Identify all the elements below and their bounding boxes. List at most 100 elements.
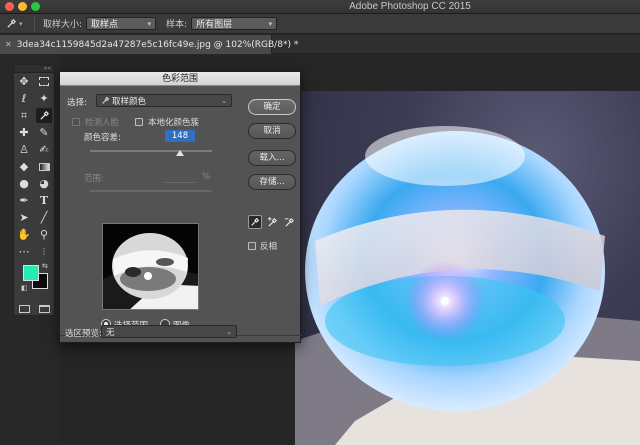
chevron-down-icon: ▾ [19, 19, 23, 28]
subtract-from-sample-button[interactable] [282, 215, 296, 229]
title-bar: Adobe Photoshop CC 2015 [0, 0, 640, 14]
fuzziness-label: 颜色容差: [84, 133, 121, 143]
sample-size-select[interactable]: 取样点 ▾ [86, 17, 157, 30]
tool-row: ● ◕ [14, 175, 54, 192]
eyedropper-icon [102, 96, 110, 104]
tool-row: ➤ ╱ [14, 209, 54, 226]
document-image[interactable] [295, 91, 640, 445]
fuzziness-slider-track[interactable] [90, 150, 212, 152]
history-brush-icon[interactable]: ✍ [36, 142, 52, 157]
swap-colors-icon[interactable]: ⇆ [42, 262, 48, 270]
sample-value: 所有图层 [196, 20, 233, 30]
document-tab[interactable]: ✕ 3dea34c1159845d2a47287e5c16fc49e.jpg @… [0, 35, 298, 54]
document-tab-title: 3dea34c1159845d2a47287e5c16fc49e.jpg @ 1… [16, 39, 299, 50]
app-title: Adobe Photoshop CC 2015 [349, 1, 471, 12]
tool-row: ⌗ [14, 107, 54, 124]
options-bar: ▾ 取样大小: 取样点 ▾ 样本: 所有图层 ▾ [0, 14, 640, 34]
tool-row: ✥ [14, 73, 54, 90]
tool-row [14, 300, 54, 317]
range-slider-track [90, 190, 212, 192]
path-select-icon[interactable]: ➤ [16, 210, 32, 225]
detect-faces-label: 检测人脸 [85, 118, 120, 128]
fuzziness-input[interactable]: 148 [165, 130, 195, 142]
sample-size-label: 取样大小: [43, 20, 83, 30]
localized-clusters-label: 本地化颜色簇 [148, 118, 200, 128]
selection-preview-thumbnail [102, 223, 199, 310]
tool-row: ✚ ✎ [14, 124, 54, 141]
chevron-down-icon: ▾ [147, 19, 152, 28]
tool-row: ✋ ⚲ [14, 226, 54, 243]
type-icon[interactable]: T [36, 193, 52, 208]
screen-mode-icon[interactable] [36, 301, 52, 316]
add-to-sample-button[interactable] [265, 215, 279, 229]
more-icon[interactable]: ⋯ [16, 244, 32, 259]
marquee-icon[interactable] [36, 74, 52, 89]
color-swatches: ⇆ ◧ [14, 262, 54, 300]
pen-icon[interactable]: ✒ [16, 193, 32, 208]
tool-preset-picker[interactable]: ▾ [6, 17, 28, 31]
eraser-icon[interactable]: ◆ [16, 159, 32, 174]
eyedropper-icon [7, 18, 17, 28]
range-input [165, 171, 195, 183]
stamp-icon[interactable]: ♙ [16, 142, 32, 157]
eyedropper-plus-icon [267, 216, 277, 227]
tool-row: ◆ [14, 158, 54, 175]
selection-preview-value: 无 [106, 327, 115, 338]
ok-button[interactable]: 确定 [248, 99, 296, 115]
eyedropper-icon[interactable] [36, 108, 52, 123]
dialog-body: 选择: 取样颜色 ⌄ 检测人脸 本地化颜色簇 颜色容差: 148 范围: % 确… [60, 86, 302, 341]
blur-icon[interactable]: ● [16, 176, 32, 191]
document-tab-bar: ✕ 3dea34c1159845d2a47287e5c16fc49e.jpg @… [0, 35, 640, 54]
collapse-icon: «« [43, 65, 51, 72]
sample-label: 样本: [166, 20, 188, 30]
cancel-button[interactable]: 取消 [248, 123, 296, 139]
gradient-icon[interactable] [36, 159, 52, 174]
chevron-down-icon: ▾ [268, 19, 273, 28]
healing-icon[interactable]: ✚ [16, 125, 32, 140]
localized-clusters-checkbox[interactable] [135, 118, 143, 126]
range-label: 范围: [84, 174, 104, 184]
magic-wand-icon[interactable]: ✦ [36, 91, 52, 106]
tool-row: ⋯ ⋮ [14, 243, 54, 260]
fuzziness-slider-thumb[interactable] [176, 150, 184, 156]
divider [34, 16, 35, 31]
tool-row: ✒ T [14, 192, 54, 209]
range-unit: % [202, 172, 211, 182]
invert-checkbox[interactable] [248, 242, 256, 250]
quick-mask-icon[interactable] [16, 301, 32, 316]
dialog-title: 色彩范围 [60, 72, 300, 86]
sample-select[interactable]: 所有图层 ▾ [191, 17, 278, 30]
select-value: 取样颜色 [112, 96, 147, 107]
zoom-icon[interactable]: ⚲ [36, 227, 52, 242]
foreground-color-swatch[interactable] [23, 265, 39, 281]
move-icon[interactable]: ✥ [16, 74, 32, 89]
tool-row: ℓ ✦ [14, 90, 54, 107]
line-icon[interactable]: ╱ [36, 210, 52, 225]
load-button[interactable]: 载入... [248, 150, 296, 166]
color-range-dialog: 色彩范围 选择: 取样颜色 ⌄ 检测人脸 本地化颜色簇 颜色容差: 148 范围… [59, 71, 302, 343]
edit-toolbar-icon[interactable]: ⋮ [36, 244, 52, 259]
eyedropper-tool-button[interactable] [248, 215, 262, 229]
lasso-icon[interactable]: ℓ [16, 91, 32, 106]
default-colors-icon[interactable]: ◧ [21, 284, 28, 292]
photo-crystal-ball [295, 126, 640, 445]
tools-panel: «« ✥ ℓ ✦ ⌗ ✚ ✎ ♙ ✍ ◆ ● ◕ ✒ T ➤ ╱ ✋ ⚲ ⋯ ⋮… [13, 64, 55, 316]
select-dropdown[interactable]: 取样颜色 ⌄ [96, 94, 232, 107]
chevron-down-icon: ⌄ [221, 96, 227, 105]
select-label: 选择: [67, 98, 87, 108]
invert-label: 反相 [260, 242, 278, 252]
photoshop-window: Adobe Photoshop CC 2015 ▾ 取样大小: 取样点 ▾ 样本… [0, 0, 640, 445]
dodge-icon[interactable]: ◕ [36, 176, 52, 191]
crop-icon[interactable]: ⌗ [16, 108, 32, 123]
selection-preview-label: 选区预览: [65, 329, 102, 339]
hand-icon[interactable]: ✋ [16, 227, 32, 242]
detect-faces-checkbox[interactable] [72, 118, 80, 126]
brush-icon[interactable]: ✎ [36, 125, 52, 140]
close-icon[interactable]: ✕ [5, 40, 12, 49]
selection-preview-dropdown[interactable]: 无 ⌄ [101, 325, 237, 338]
sample-size-value: 取样点 [91, 20, 119, 30]
save-button[interactable]: 存储... [248, 174, 296, 190]
eyedropper-minus-icon [284, 217, 294, 227]
tool-row: ♙ ✍ [14, 141, 54, 158]
toolbar-collapse[interactable]: «« [14, 65, 54, 73]
